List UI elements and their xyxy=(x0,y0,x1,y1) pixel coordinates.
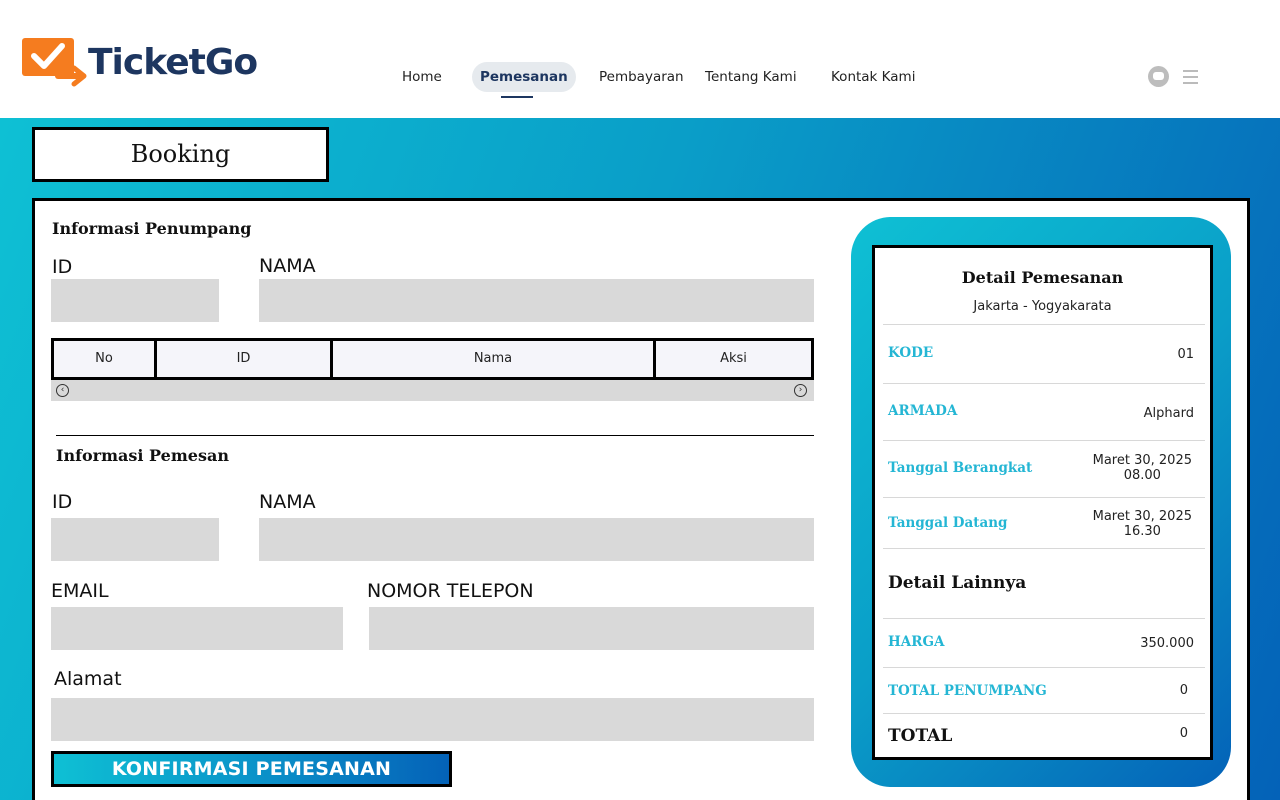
booking-summary-card: Detail Pemesanan Jakarta - Yogyakarata K… xyxy=(872,245,1213,760)
nav-pemesanan[interactable]: Pemesanan xyxy=(472,62,576,92)
nav-kontak-kami[interactable]: Kontak Kami xyxy=(831,62,915,92)
phone-input[interactable] xyxy=(369,607,814,650)
row-divider xyxy=(883,667,1205,668)
header-actions xyxy=(1148,66,1198,87)
row-divider xyxy=(883,497,1205,498)
email-label: EMAIL xyxy=(51,580,109,602)
passenger-name-label: NAMA xyxy=(259,255,316,277)
nav-home[interactable]: Home xyxy=(402,62,442,92)
passenger-id-input[interactable] xyxy=(51,279,219,322)
section-divider xyxy=(56,435,814,436)
chat-icon[interactable] xyxy=(1148,66,1169,87)
email-input[interactable] xyxy=(51,607,343,650)
armada-label: ARMADA xyxy=(888,403,958,419)
confirm-booking-button[interactable]: KONFIRMASI PEMESANAN xyxy=(51,751,452,787)
kode-value: 01 xyxy=(1177,347,1194,362)
row-divider xyxy=(883,713,1205,714)
page-title: Booking xyxy=(32,127,329,182)
active-nav-indicator xyxy=(501,96,533,98)
table-horizontal-scrollbar[interactable]: ‹ › xyxy=(51,380,814,401)
nav-tentang-kami[interactable]: Tentang Kami xyxy=(705,62,797,92)
row-divider xyxy=(883,383,1205,384)
arrival-date-label: Tanggal Datang xyxy=(888,515,1008,531)
column-header-nama: Nama xyxy=(333,341,656,377)
site-header: TicketGo Home Pemesanan Pembayaran Tenta… xyxy=(0,0,1280,118)
total-passenger-value: 0 xyxy=(1179,683,1188,698)
passenger-id-label: ID xyxy=(52,256,73,278)
armada-value: Alphard xyxy=(1143,406,1194,421)
harga-label: HARGA xyxy=(888,634,945,650)
address-label: Alamat xyxy=(54,668,122,690)
passenger-table-header: No ID Nama Aksi xyxy=(51,338,814,380)
row-divider xyxy=(883,324,1205,325)
scroll-left-icon[interactable]: ‹ xyxy=(56,384,69,397)
scroll-right-icon[interactable]: › xyxy=(794,384,807,397)
column-header-aksi: Aksi xyxy=(656,341,811,377)
booker-section-title: Informasi Pemesan xyxy=(56,446,229,465)
column-header-no: No xyxy=(54,341,157,377)
departure-date-label: Tanggal Berangkat xyxy=(888,460,1033,476)
total-label: TOTAL xyxy=(888,726,953,746)
departure-date-value: Maret 30, 2025 08.00 xyxy=(1093,453,1192,483)
departure-time: 08.00 xyxy=(1123,468,1161,483)
summary-route: Jakarta - Yogyakarata xyxy=(973,299,1112,314)
hamburger-menu-icon[interactable] xyxy=(1183,69,1198,84)
address-input[interactable] xyxy=(51,698,814,741)
arrival-date: Maret 30, 2025 xyxy=(1092,509,1192,524)
harga-value: 350.000 xyxy=(1140,636,1194,651)
departure-date: Maret 30, 2025 xyxy=(1092,453,1192,468)
other-details-title: Detail Lainnya xyxy=(888,573,1027,593)
booker-name-label: NAMA xyxy=(259,491,316,513)
row-divider xyxy=(883,440,1205,441)
summary-title: Detail Pemesanan xyxy=(961,268,1124,287)
passenger-name-input[interactable] xyxy=(259,279,814,322)
phone-label: NOMOR TELEPON xyxy=(367,580,534,602)
total-passenger-label: TOTAL PENUMPANG xyxy=(888,683,1047,699)
column-header-id: ID xyxy=(157,341,333,377)
total-value: 0 xyxy=(1179,726,1188,741)
row-divider xyxy=(883,548,1205,549)
arrival-date-value: Maret 30, 2025 16.30 xyxy=(1093,509,1192,539)
passenger-section-title: Informasi Penumpang xyxy=(52,219,252,238)
nav-pembayaran[interactable]: Pembayaran xyxy=(599,62,684,92)
booker-name-input[interactable] xyxy=(259,518,814,561)
arrival-time: 16.30 xyxy=(1123,524,1161,539)
booker-id-input[interactable] xyxy=(51,518,219,561)
main-nav: Home Pemesanan Pembayaran Tentang Kami K… xyxy=(0,62,1280,92)
kode-label: KODE xyxy=(888,345,934,361)
row-divider xyxy=(883,618,1205,619)
booker-id-label: ID xyxy=(52,491,73,513)
